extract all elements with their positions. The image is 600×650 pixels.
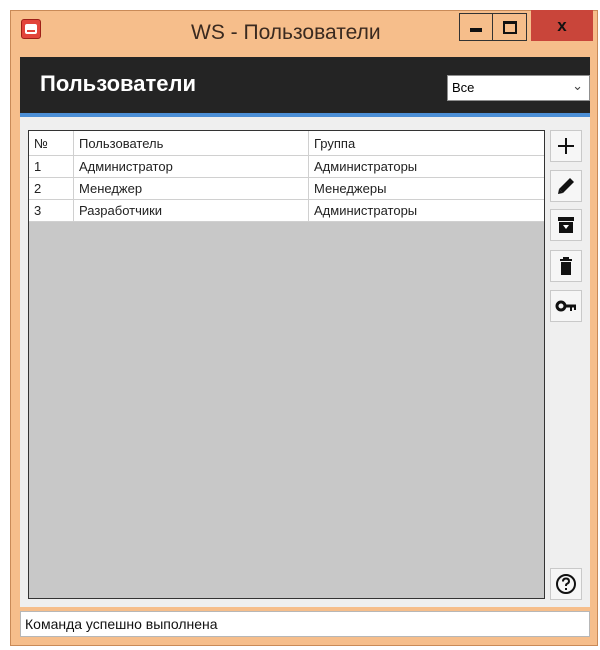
pencil-icon xyxy=(558,178,574,194)
cell-user: Менеджер xyxy=(73,177,309,200)
add-user-button[interactable] xyxy=(550,130,582,162)
plus-icon xyxy=(558,138,574,154)
close-button[interactable]: x xyxy=(531,10,593,41)
app-icon[interactable] xyxy=(21,19,41,39)
page-title: Пользователи xyxy=(40,71,197,96)
app-window: WS - Пользователи x Пользователи Все ⌄ №… xyxy=(10,10,598,646)
archive-icon xyxy=(558,217,574,233)
content-panel: № Пользователь Группа 1 Администратор Ад… xyxy=(20,117,590,607)
table-header-row: № Пользователь Группа xyxy=(29,131,544,156)
trash-icon xyxy=(560,257,572,275)
maximize-button[interactable] xyxy=(493,13,527,41)
action-toolbar xyxy=(550,130,586,600)
table-row[interactable]: 3 Разработчики Администраторы xyxy=(29,199,544,222)
status-text: Команда успешно выполнена xyxy=(25,616,218,632)
users-table: № Пользователь Группа 1 Администратор Ад… xyxy=(29,131,544,222)
cell-user: Администратор xyxy=(73,155,309,178)
delete-user-button[interactable] xyxy=(550,250,582,282)
password-key-button[interactable] xyxy=(550,290,582,322)
users-grid[interactable]: № Пользователь Группа 1 Администратор Ад… xyxy=(28,130,545,599)
archive-user-button[interactable] xyxy=(550,209,582,241)
cell-group: Администраторы xyxy=(308,155,544,178)
help-button[interactable] xyxy=(550,568,582,600)
cell-number: 3 xyxy=(29,199,74,222)
cell-user: Разработчики xyxy=(73,199,309,222)
minimize-button[interactable] xyxy=(459,13,493,41)
maximize-icon xyxy=(502,20,517,34)
column-header-group[interactable]: Группа xyxy=(308,131,544,156)
edit-user-button[interactable] xyxy=(550,170,582,202)
page-header: Пользователи Все ⌄ xyxy=(20,57,590,113)
group-filter-value: Все xyxy=(452,80,475,95)
help-icon xyxy=(556,574,576,594)
column-header-user[interactable]: Пользователь xyxy=(73,131,309,156)
title-bar[interactable]: WS - Пользователи x xyxy=(11,10,597,55)
group-filter-select[interactable]: Все ⌄ xyxy=(447,75,590,101)
cell-number: 1 xyxy=(29,155,74,178)
cell-group: Менеджеры xyxy=(308,177,544,200)
table-row[interactable]: 2 Менеджер Менеджеры xyxy=(29,177,544,200)
key-icon xyxy=(555,300,576,312)
status-bar: Команда успешно выполнена xyxy=(20,611,590,637)
minimize-icon xyxy=(470,28,482,32)
column-header-number[interactable]: № xyxy=(29,131,74,156)
table-row[interactable]: 1 Администратор Администраторы xyxy=(29,155,544,178)
cell-group: Администраторы xyxy=(308,199,544,222)
chevron-down-icon: ⌄ xyxy=(572,78,583,93)
cell-number: 2 xyxy=(29,177,74,200)
window-title: WS - Пользователи xyxy=(191,21,381,44)
